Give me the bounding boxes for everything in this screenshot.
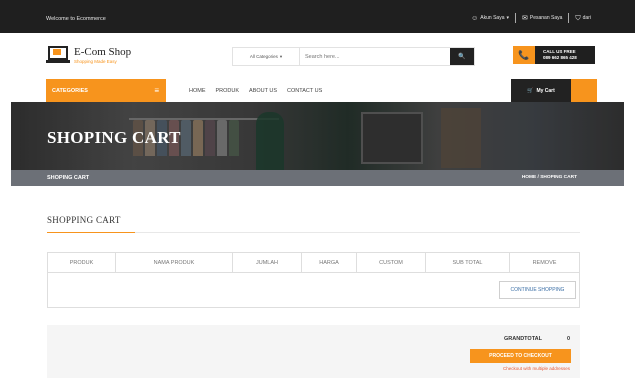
continue-shopping-button[interactable]: CONTINUE SHOPPING bbox=[499, 281, 576, 299]
column-header: HARGA bbox=[302, 253, 357, 272]
main-nav: CATEGORIES ≡ HOME PRODUK ABOUT US CONTAC… bbox=[38, 79, 597, 102]
categories-label: CATEGORIES bbox=[52, 87, 88, 94]
site-header: E-Com Shop Shopping Made Easy All Catego… bbox=[38, 33, 597, 79]
top-bar: Welcome to Ecommerce ☺ Akun Saya ▾ ✉ Pes… bbox=[0, 0, 635, 33]
orders-label: Pesanan Saya bbox=[529, 15, 563, 21]
grandtotal-label: GRANDTOTAL bbox=[504, 336, 542, 342]
search-bar: All Categories ▾ 🔍 bbox=[232, 47, 475, 66]
divider bbox=[568, 13, 570, 23]
section-title: SHOPPING CART bbox=[47, 215, 121, 225]
column-header: CUSTOM bbox=[357, 253, 426, 272]
nav-link-home[interactable]: HOME bbox=[189, 88, 206, 94]
envelope-icon: ✉ bbox=[522, 14, 528, 22]
page-title: SHOPING CART bbox=[47, 128, 181, 147]
grandtotal-value: 0 bbox=[566, 336, 570, 342]
orders-link[interactable]: ✉ Pesanan Saya bbox=[522, 15, 562, 22]
bag-label: dari bbox=[582, 15, 591, 21]
welcome-text: Welcome to Ecommerce bbox=[46, 16, 106, 22]
column-header: PRODUK bbox=[48, 253, 116, 272]
search-button[interactable]: 🔍 bbox=[450, 48, 474, 65]
search-icon: 🔍 bbox=[458, 54, 466, 60]
bag-icon: ⛉ bbox=[575, 14, 581, 22]
nav-link-produk[interactable]: PRODUK bbox=[216, 88, 240, 94]
category-select[interactable]: All Categories ▾ bbox=[233, 48, 300, 65]
account-label: Akun Saya bbox=[480, 15, 505, 21]
category-select-label: All Categories bbox=[249, 54, 278, 59]
chevron-down-icon: ▾ bbox=[279, 53, 283, 59]
nav-link-about[interactable]: ABOUT US bbox=[249, 88, 277, 94]
column-header: REMOVE bbox=[532, 259, 557, 266]
phone-icon: 📞 bbox=[513, 46, 535, 64]
my-cart-label: My Cart bbox=[536, 87, 555, 94]
laptop-cart-icon bbox=[46, 46, 70, 64]
nav-links: HOME PRODUK ABOUT US CONTACT US bbox=[189, 79, 322, 102]
call-box: 📞 CALL US FREE 089 662 865 428 bbox=[513, 46, 595, 64]
bag-link[interactable]: ⛉ dari bbox=[575, 15, 591, 22]
breadcrumb: SHOPING CART HOME / SHOPING CART bbox=[11, 170, 624, 186]
logo-subtitle: Shopping Made Easy bbox=[74, 59, 117, 64]
search-input[interactable] bbox=[300, 48, 450, 65]
account-menu[interactable]: ☺ Akun Saya ▾ bbox=[471, 15, 509, 22]
column-header: SUB TOTAL bbox=[426, 253, 510, 272]
column-header: NAMA PRODUK bbox=[116, 253, 233, 272]
my-cart-button[interactable]: 🛒 My Cart bbox=[511, 79, 597, 102]
column-header: JUMLAH bbox=[233, 253, 302, 272]
logo[interactable]: E-Com Shop Shopping Made Easy bbox=[46, 46, 131, 64]
breadcrumb-current: SHOPING CART bbox=[47, 175, 90, 181]
divider bbox=[515, 13, 516, 23]
cart-table-header: PRODUK NAMA PRODUK JUMLAH HARGA CUSTOM S… bbox=[48, 253, 579, 273]
logo-title: E-Com Shop bbox=[74, 46, 132, 58]
breadcrumb-path[interactable]: HOME / SHOPING CART bbox=[522, 175, 577, 180]
totals-panel: GRANDTOTAL 0 PROCEED TO CHECKOUT Checkou… bbox=[47, 325, 580, 378]
user-icon: ☺ bbox=[471, 14, 479, 22]
menu-icon: ≡ bbox=[154, 86, 159, 95]
cart-icon: 🛒 bbox=[527, 87, 534, 94]
chevron-down-icon: ▾ bbox=[506, 15, 509, 21]
account-links: ☺ Akun Saya ▾ ✉ Pesanan Saya ⛉ dari bbox=[471, 13, 591, 23]
call-line2: 089 662 865 428 bbox=[543, 55, 577, 60]
categories-button[interactable]: CATEGORIES ≡ bbox=[46, 79, 166, 102]
nav-link-contact[interactable]: CONTACT US bbox=[287, 88, 322, 94]
checkout-button[interactable]: PROCEED TO CHECKOUT bbox=[470, 349, 571, 363]
multiple-addresses-link[interactable]: Checkout with multiple addresses bbox=[503, 366, 570, 371]
title-underline bbox=[47, 232, 135, 233]
page-banner: SHOPING CART bbox=[11, 102, 624, 170]
cart-table: PRODUK NAMA PRODUK JUMLAH HARGA CUSTOM S… bbox=[47, 252, 580, 308]
